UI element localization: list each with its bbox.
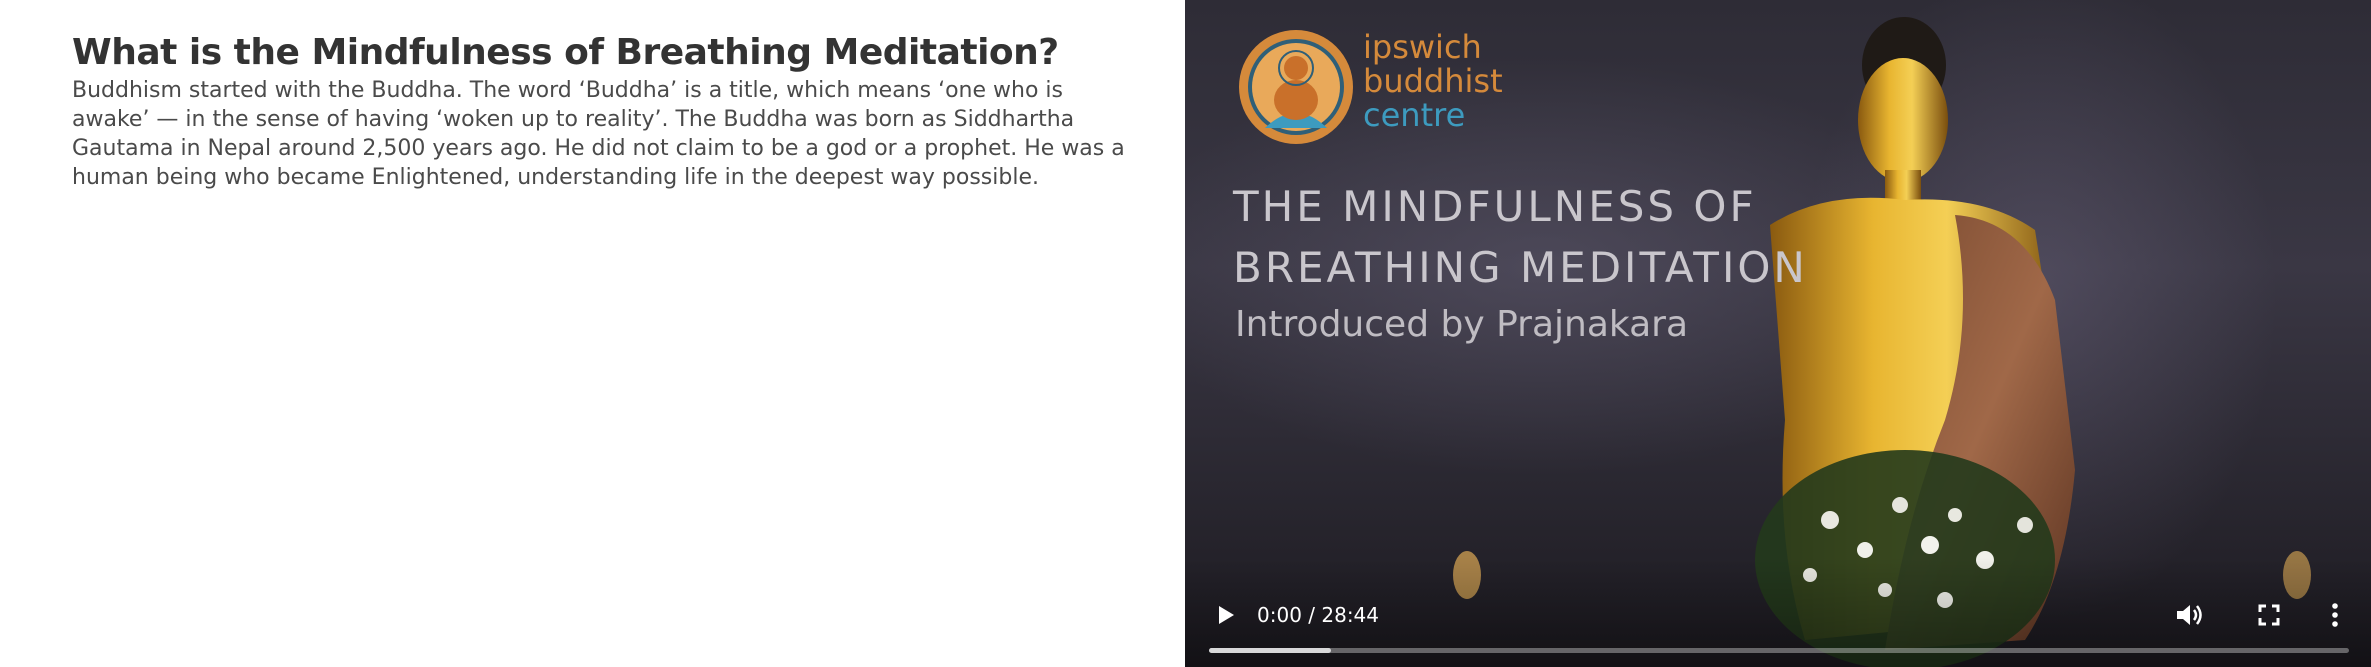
article-heading: What is the Mindfulness of Breathing Med…: [72, 32, 1059, 73]
video-buffered-bar: [1209, 648, 1331, 653]
more-options-icon[interactable]: [2325, 599, 2345, 631]
logo-line-1: ipswich: [1363, 28, 1482, 66]
buddhist-centre-logo: [1239, 30, 1353, 144]
article: What is the Mindfulness of Breathing Med…: [72, 30, 1152, 192]
video-title: THE MINDFULNESS OF BREATHING MEDITATION: [1233, 176, 1808, 298]
video-player[interactable]: ipswich buddhist centre THE MINDFULNESS …: [1185, 0, 2371, 667]
logo-wordmark: ipswich buddhist centre: [1363, 30, 1503, 132]
play-icon[interactable]: [1211, 601, 1239, 629]
video-title-line-2: BREATHING MEDITATION: [1233, 243, 1808, 292]
volume-icon[interactable]: [2173, 599, 2205, 631]
video-subtitle: Introduced by Prajnakara: [1235, 304, 1689, 345]
video-progress-bar[interactable]: [1209, 648, 2349, 653]
logo-line-2: buddhist: [1363, 62, 1503, 100]
video-controls: 0:00 / 28:44: [1185, 557, 2371, 667]
logo-line-3: centre: [1363, 96, 1466, 134]
video-title-line-1: THE MINDFULNESS OF: [1233, 182, 1757, 231]
fullscreen-icon[interactable]: [2255, 601, 2283, 629]
video-time-display: 0:00 / 28:44: [1257, 603, 1380, 627]
article-paragraph: Buddhism started with the Buddha. The wo…: [72, 78, 1125, 190]
